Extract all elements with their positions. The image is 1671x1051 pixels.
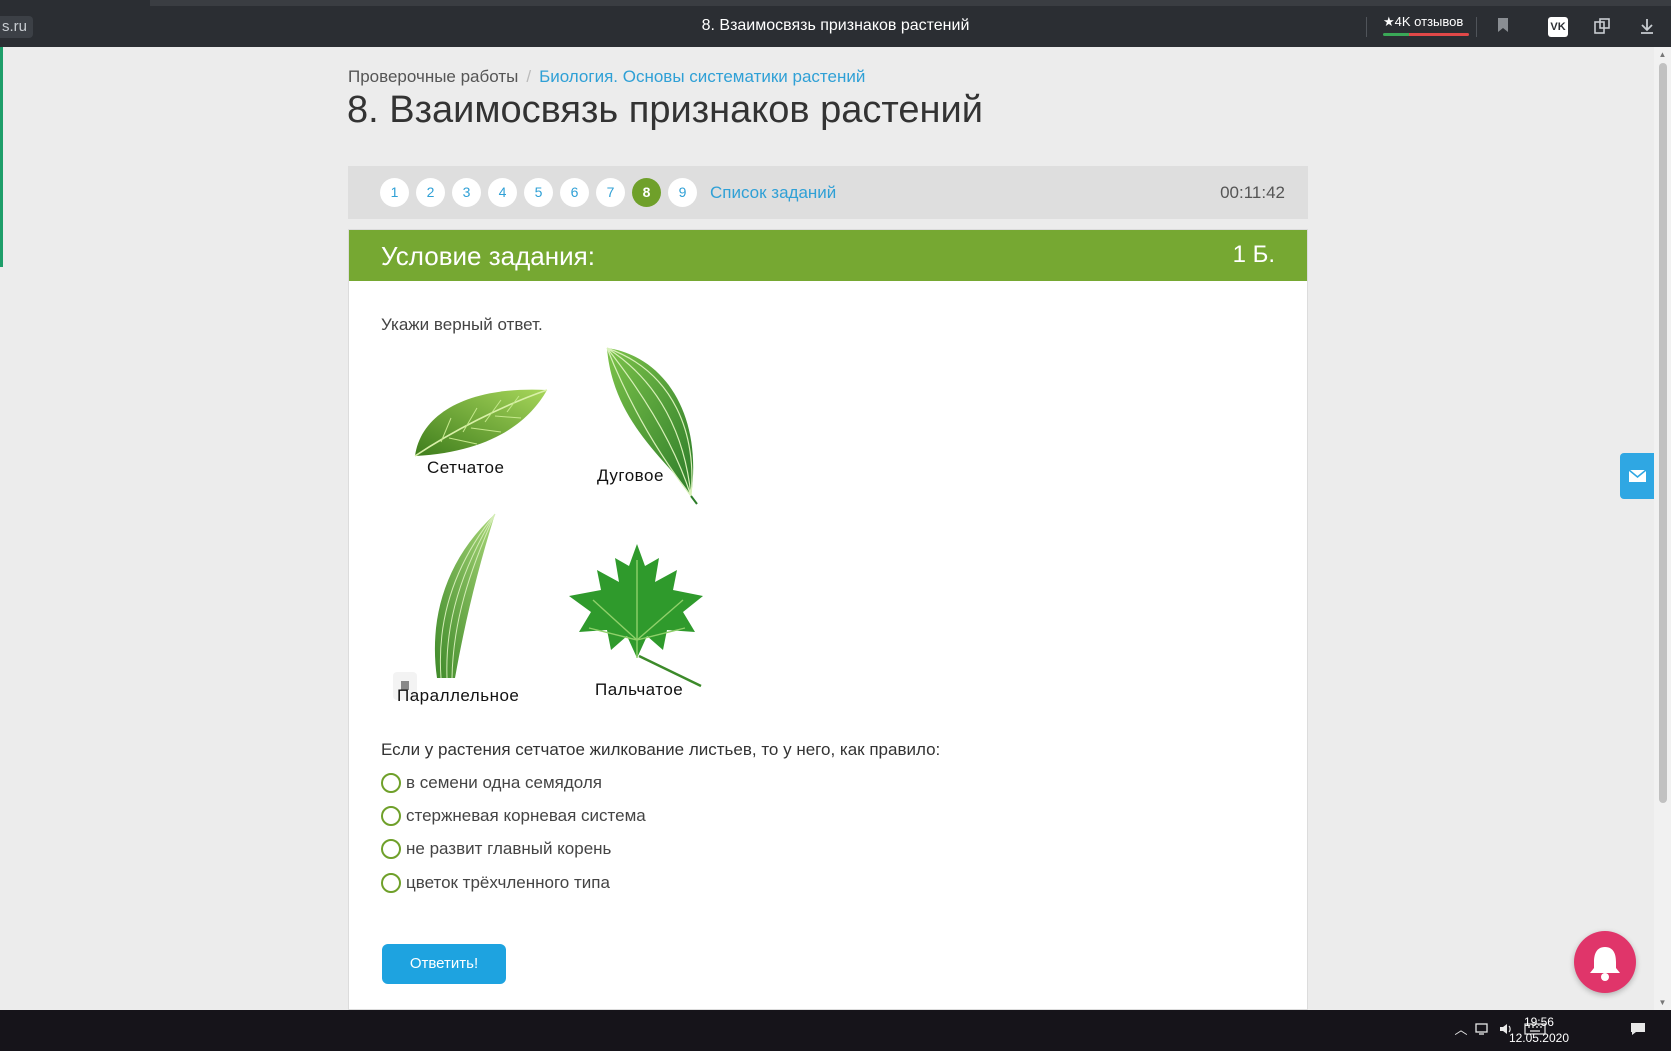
task-number-9[interactable]: 9 (668, 178, 697, 207)
breadcrumb: Проверочные работы / Биология. Основы сист… (348, 67, 865, 87)
netted-leaf-icon (414, 389, 548, 457)
reviews-badge[interactable]: ★4K отзывов (1383, 14, 1469, 36)
radio-button[interactable] (381, 839, 401, 859)
leaf-label-netted: Сетчатое (427, 458, 505, 477)
task-list-link[interactable]: Список заданий (710, 183, 836, 203)
clock[interactable]: 19:56 12.05.2020 (1509, 1014, 1569, 1046)
scroll-thumb[interactable] (1659, 63, 1667, 803)
answer-option-2[interactable]: стержневая корневая система (381, 806, 646, 826)
task-number-2[interactable]: 2 (416, 178, 445, 207)
extensions-icon[interactable] (1592, 17, 1612, 37)
browser-toolbar: s.ru 8. Взаимосвязь признаков растений ★… (0, 0, 1671, 47)
vk-icon[interactable]: VK (1548, 17, 1568, 37)
answer-option-label: в семени одна семядоля (406, 773, 602, 792)
radio-button[interactable] (381, 873, 401, 893)
question-text: Если у растения сетчатое жилкование лист… (381, 740, 941, 759)
answer-option-4[interactable]: цветок трёхчленного типа (381, 873, 610, 893)
os-taskbar: ︿ 19:56 12.05.2020 (0, 1010, 1671, 1051)
bell-icon (1590, 947, 1620, 981)
breadcrumb-root[interactable]: Проверочные работы (348, 67, 518, 86)
answer-option-3[interactable]: не развит главный корень (381, 839, 611, 859)
parallel-leaf-icon (434, 513, 496, 679)
reviews-rating-bar (1383, 33, 1469, 36)
mail-icon (1628, 469, 1647, 482)
action-center-icon[interactable] (1629, 1022, 1647, 1038)
scroll-up-icon[interactable]: ▲ (1657, 50, 1668, 59)
page-title: 8. Взаимосвязь признаков растений (347, 89, 983, 131)
feedback-mail-button[interactable] (1620, 453, 1654, 499)
breadcrumb-current[interactable]: Биология. Основы систематики растений (539, 67, 865, 86)
download-icon[interactable] (1637, 17, 1657, 37)
answer-option-label: цветок трёхчленного типа (406, 873, 610, 892)
task-number-6[interactable]: 6 (560, 178, 589, 207)
tray-chevron-up-icon[interactable]: ︿ (1452, 1022, 1470, 1038)
radio-button[interactable] (381, 773, 401, 793)
clock-time: 19:56 (1523, 1015, 1554, 1029)
timer: 00:11:42 (1220, 183, 1285, 202)
task-navigation: 1 2 3 4 5 6 7 8 9 Список заданий 00:11:4… (348, 166, 1308, 219)
bookmark-icon[interactable] (1493, 17, 1513, 37)
task-condition-header: Условие задания: 1 Б. (349, 230, 1307, 281)
page-scrollbar[interactable]: ▲ ▼ (1654, 47, 1671, 1010)
answer-option-label: стержневая корневая система (406, 806, 646, 825)
task-card: Условие задания: 1 Б. Укажи верный ответ… (348, 229, 1308, 1010)
answer-option-1[interactable]: в семени одна семядоля (381, 773, 602, 793)
task-condition-title: Условие задания: (381, 241, 595, 271)
scroll-down-icon[interactable]: ▼ (1657, 998, 1668, 1007)
task-number-3[interactable]: 3 (452, 178, 481, 207)
task-number-4[interactable]: 4 (488, 178, 517, 207)
page-load-bar (150, 0, 1671, 6)
clock-date: 12.05.2020 (1508, 1031, 1569, 1045)
answer-option-label: не развит главный корень (406, 839, 612, 858)
breadcrumb-separator: / (526, 67, 532, 86)
leaf-label-parallel: Параллельное (397, 686, 520, 705)
reviews-badge-label: ★4K отзывов (1383, 14, 1464, 29)
submit-answer-button[interactable]: Ответить! (382, 944, 506, 984)
network-icon[interactable] (1474, 1022, 1492, 1038)
task-instruction: Укажи верный ответ. (381, 315, 543, 334)
task-points: 1 Б. (1232, 241, 1275, 268)
task-number-5[interactable]: 5 (524, 178, 553, 207)
task-number-1[interactable]: 1 (380, 178, 409, 207)
leaf-label-palmate: Пальчатое (595, 680, 684, 699)
task-number-7[interactable]: 7 (596, 178, 625, 207)
toolbar-divider (1476, 17, 1477, 37)
radio-button[interactable] (381, 806, 401, 826)
side-accent-stripe (0, 47, 3, 267)
toolbar-divider (1366, 17, 1367, 37)
palmate-leaf-icon (569, 544, 703, 688)
task-number-8[interactable]: 8 (632, 178, 661, 207)
leaf-label-arcuate: Дуговое (597, 466, 664, 485)
notifications-bell-button[interactable] (1574, 931, 1636, 993)
